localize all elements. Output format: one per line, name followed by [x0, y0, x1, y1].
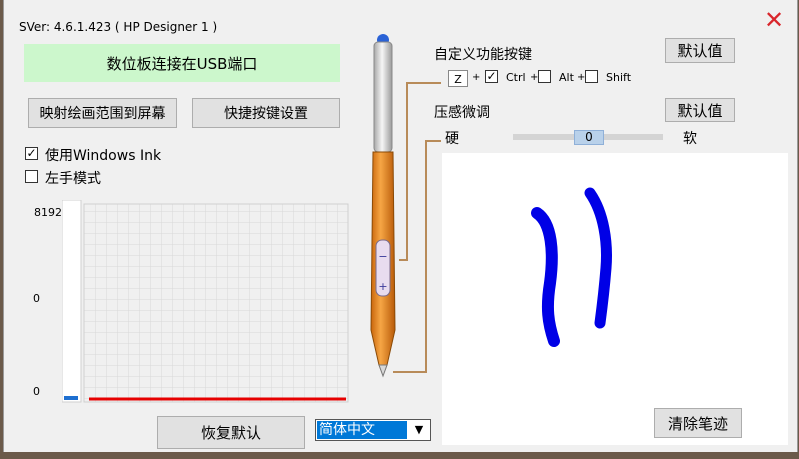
- chevron-down-icon[interactable]: ▼: [409, 421, 429, 439]
- drawing-canvas[interactable]: 清除笔迹: [442, 153, 788, 445]
- connection-status-banner: 数位板连接在USB端口: [24, 44, 340, 82]
- pressure-tune-title: 压感微调: [434, 105, 490, 121]
- pressure-slider-thumb[interactable]: 0: [574, 130, 604, 145]
- svg-text:+: +: [378, 280, 387, 293]
- pressure-curve-grid: [83, 203, 349, 403]
- chart-y-label-min: 0: [33, 385, 40, 398]
- clear-strokes-button[interactable]: 清除笔迹: [654, 408, 742, 438]
- ink-strokes: [531, 187, 612, 347]
- shift-label: Shift: [606, 71, 632, 84]
- pressure-level-fill: [64, 396, 78, 400]
- soft-label: 软: [683, 131, 697, 147]
- pressure-chart: [62, 200, 349, 403]
- shift-checkbox[interactable]: [585, 70, 598, 83]
- version-label: SVer: 4.6.1.423 ( HP Designer 1 ): [19, 20, 218, 34]
- chart-y-label-max: 8192: [34, 206, 62, 219]
- ctrl-checkbox[interactable]: ✓: [485, 70, 498, 83]
- chart-y-label-mid: 0: [33, 292, 40, 305]
- windows-ink-label: 使用Windows Ink: [45, 148, 162, 164]
- hard-label: 硬: [445, 131, 459, 147]
- ctrl-label: Ctrl: [506, 71, 526, 84]
- ink-stroke-2: [584, 187, 612, 329]
- left-hand-checkbox[interactable]: [25, 170, 38, 183]
- svg-text:−: −: [378, 250, 387, 263]
- alt-checkbox[interactable]: [538, 70, 551, 83]
- tablet-settings-window: SVer: 4.6.1.423 ( HP Designer 1 ) ✕ 数位板连…: [3, 0, 798, 452]
- map-area-button[interactable]: 映射绘画范围到屏幕: [28, 98, 177, 128]
- ink-stroke-1: [531, 207, 560, 347]
- key-input[interactable]: Z: [448, 70, 468, 87]
- language-selected-value: 简体中文: [317, 421, 407, 439]
- left-hand-label: 左手模式: [45, 171, 101, 187]
- windows-ink-checkbox[interactable]: ✓: [25, 147, 38, 160]
- default-keys-button[interactable]: 默认值: [665, 38, 735, 63]
- language-select[interactable]: 简体中文 ▼: [315, 419, 431, 441]
- plus-sign: +: [472, 72, 481, 83]
- shortcut-settings-button[interactable]: 快捷按键设置: [192, 98, 340, 128]
- pressure-level-bar: [62, 200, 82, 403]
- custom-keys-title: 自定义功能按键: [434, 47, 532, 63]
- close-icon[interactable]: ✕: [764, 8, 784, 32]
- default-pressure-button[interactable]: 默认值: [665, 98, 735, 122]
- alt-label: Alt: [559, 71, 574, 84]
- restore-defaults-button[interactable]: 恢复默认: [157, 416, 305, 449]
